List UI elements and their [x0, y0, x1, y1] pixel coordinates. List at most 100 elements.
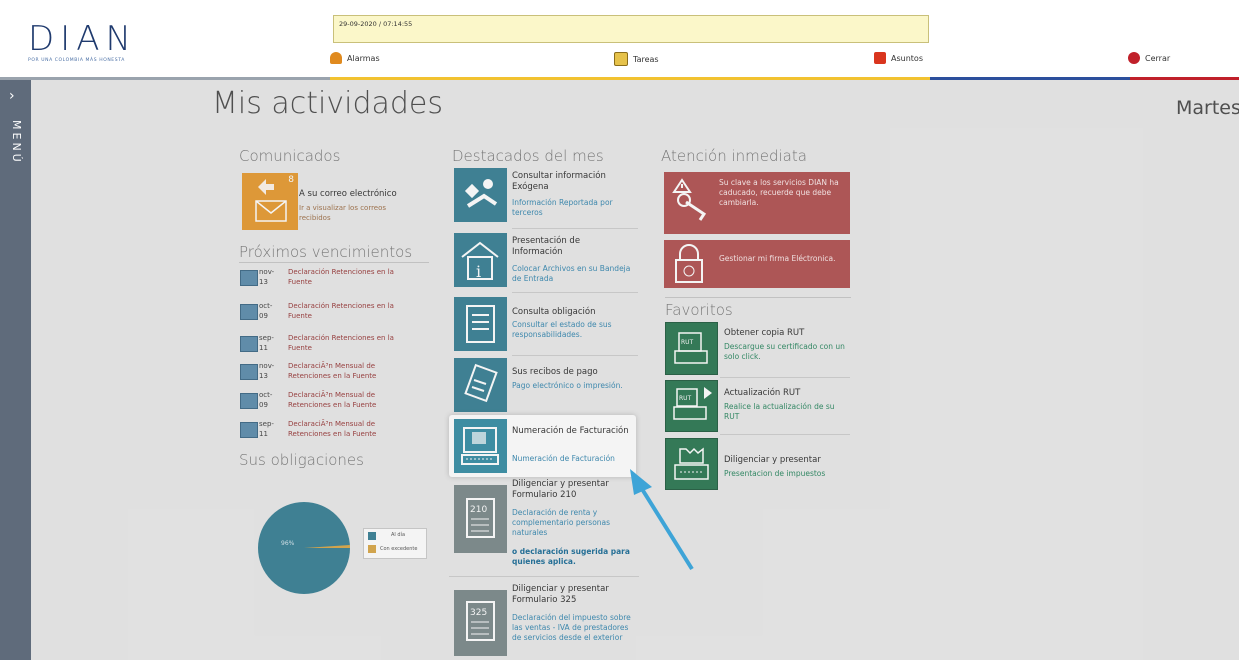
clave-caducada-text[interactable]: Su clave a los servicios DIAN ha caducad…: [719, 178, 839, 208]
presentacion-icon[interactable]: i: [454, 233, 507, 287]
vencimiento-text[interactable]: DeclaraciÃ³n Mensual de Retenciones en la…: [288, 390, 376, 410]
legend-swatch-al-dia: [368, 532, 376, 540]
formulario-325-title[interactable]: Diligenciar y presentar Formulario 325: [512, 584, 637, 606]
actualizacion-rut-icon-label: RUT: [679, 395, 692, 402]
formulario-325-sub[interactable]: Declaración del impuesto sobre las venta…: [512, 613, 632, 643]
calendar-icon: [240, 364, 258, 380]
obligacion-title[interactable]: Consulta obligación: [512, 307, 632, 318]
exogena-sub[interactable]: Información Reportada por terceros: [512, 198, 632, 218]
facturacion-sub[interactable]: Numeración de Facturación: [512, 454, 636, 464]
vencimiento-text[interactable]: DeclaraciÃ³n Mensual de Retenciones en la…: [288, 361, 376, 381]
divider: [449, 576, 639, 577]
dian-logo[interactable]: DIAN POR UNA COLOMBIA MÁS HONESTA: [28, 22, 137, 63]
actualizacion-rut-sub[interactable]: Realice la actualización de su RUT: [724, 402, 849, 422]
calendar-icon: [240, 336, 258, 352]
vencimiento-text[interactable]: Declaración Retenciones en la Fuente: [288, 267, 394, 287]
presentacion-title[interactable]: Presentación de Información: [512, 236, 632, 258]
svg-text:i: i: [476, 262, 481, 281]
email-tile-icon[interactable]: 8: [242, 173, 298, 230]
vencimiento-text[interactable]: Declaración Retenciones en la Fuente: [288, 301, 394, 321]
vencimiento-date: nov- 13: [259, 268, 275, 286]
actualizacion-rut-icon[interactable]: RUT: [665, 380, 718, 432]
vencimiento-item[interactable]: oct- 09 Declaración Retenciones en la Fuen…: [240, 301, 440, 326]
email-tile-sub[interactable]: Ir a visualizar los correos recibidos: [299, 203, 409, 223]
copia-rut-sub[interactable]: Descargue su certificado con un solo cli…: [724, 342, 849, 362]
recibos-title[interactable]: Sus recibos de pago: [512, 367, 632, 378]
presentacion-sub[interactable]: Colocar Archivos en su Bandeja de Entrad…: [512, 264, 632, 284]
tasks-icon: [614, 52, 628, 66]
favoritos-divider-top: [665, 297, 851, 298]
calendar-icon: [240, 304, 258, 320]
copia-rut-title[interactable]: Obtener copia RUT: [724, 328, 849, 339]
comunicados-title: Comunicados: [239, 147, 341, 165]
datetime-text: 29-09-2020 / 07:14:55: [339, 20, 413, 28]
vencimiento-text[interactable]: Declaración Retenciones en la Fuente: [288, 333, 394, 353]
formulario-210-number: 210: [470, 505, 487, 515]
logo-tagline: POR UNA COLOMBIA MÁS HONESTA: [28, 58, 125, 63]
obligacion-sub[interactable]: Consultar el estado de sus responsabilid…: [512, 320, 632, 340]
alarmas-button[interactable]: Alarmas: [330, 52, 380, 64]
vencimiento-item[interactable]: oct- 09 DeclaraciÃ³n Mensual de Retencione…: [240, 390, 440, 415]
clave-caducada-tile[interactable]: Su clave a los servicios DIAN ha caducad…: [664, 172, 850, 234]
firma-electronica-text[interactable]: Gestionar mi firma Eléctronica.: [719, 254, 839, 264]
destacados-title: Destacados del mes: [452, 147, 604, 165]
pie-label: 96%: [281, 540, 295, 547]
asuntos-button[interactable]: Asuntos: [874, 52, 923, 64]
logo-word: DIAN: [28, 19, 137, 59]
legend-swatch-con-excedente: [368, 545, 376, 553]
exogena-icon[interactable]: [454, 168, 507, 222]
cerrar-label: Cerrar: [1145, 53, 1171, 63]
atencion-title: Atención inmediata: [661, 147, 807, 165]
day-label: Martes: [1176, 97, 1239, 119]
menu-label[interactable]: MENÚ: [10, 120, 23, 165]
vencimientos-title: Próximos vencimientos: [239, 243, 413, 261]
vencimiento-date: oct- 09: [259, 302, 273, 320]
facturacion-title[interactable]: Numeración de Facturación: [512, 426, 632, 437]
tareas-button[interactable]: Tareas: [614, 52, 659, 66]
vencimiento-item[interactable]: nov- 13 DeclaraciÃ³n Mensual de Retencione…: [240, 361, 440, 386]
vencimiento-item[interactable]: nov- 13 Declaración Retenciones en la Fuen…: [240, 267, 440, 292]
vencimiento-date: nov- 13: [259, 362, 275, 380]
firma-electronica-tile[interactable]: Gestionar mi firma Eléctronica.: [664, 240, 850, 288]
folder-icon: [874, 52, 886, 64]
legend-label-al-dia: Al día: [391, 532, 406, 538]
exogena-title[interactable]: Consultar información Exógena: [512, 171, 632, 193]
diligenciar-sub[interactable]: Presentacion de impuestos: [724, 469, 849, 479]
formulario-210-sub[interactable]: Declaración de renta y complementario pe…: [512, 508, 637, 538]
alarmas-label: Alarmas: [347, 53, 380, 63]
page-title: Mis actividades: [212, 86, 444, 121]
chevron-right-icon[interactable]: ›: [9, 88, 15, 104]
divider: [720, 434, 850, 435]
bell-icon: [330, 52, 342, 64]
copia-rut-icon[interactable]: RUT: [665, 322, 718, 375]
obligacion-icon[interactable]: [454, 297, 507, 351]
vencimiento-text[interactable]: DeclaraciÃ³n Mensual de Retenciones en la…: [288, 419, 376, 439]
recibos-icon[interactable]: [454, 358, 507, 412]
favoritos-title: Favoritos: [665, 301, 733, 319]
diligenciar-title[interactable]: Diligenciar y presentar: [724, 455, 849, 466]
formulario-210-icon[interactable]: 210: [454, 485, 507, 553]
vencimiento-item[interactable]: sep- 11 DeclaraciÃ³n Mensual de Retencione…: [240, 419, 440, 444]
divider: [512, 292, 638, 293]
email-icon: [255, 179, 287, 222]
cerrar-button[interactable]: Cerrar: [1128, 52, 1170, 64]
formulario-210-sugerida[interactable]: o declaración sugerida para quienes apli…: [512, 547, 637, 567]
vencimiento-date: sep- 11: [259, 420, 274, 438]
actualizacion-rut-title[interactable]: Actualización RUT: [724, 388, 849, 399]
power-icon: [1128, 52, 1140, 64]
divider: [512, 355, 638, 356]
key-warning-icon: [672, 178, 707, 221]
divider: [512, 228, 638, 229]
side-menu[interactable]: › MENÚ: [0, 80, 31, 660]
facturacion-icon[interactable]: [454, 419, 507, 473]
email-tile-title[interactable]: A su correo electrónico: [299, 189, 397, 200]
calendar-icon: [240, 422, 258, 438]
pointer-arrow: [630, 469, 694, 571]
formulario-210-title[interactable]: Diligenciar y presentar Formulario 210: [512, 479, 637, 501]
vencimiento-item[interactable]: sep- 11 Declaración Retenciones en la Fuen…: [240, 333, 440, 358]
top-header: DIAN POR UNA COLOMBIA MÁS HONESTA 29-09-…: [0, 0, 1239, 80]
obligaciones-pie-chart[interactable]: [256, 500, 352, 596]
formulario-325-icon[interactable]: 325: [454, 590, 507, 656]
recibos-sub[interactable]: Pago electrónico o impresión.: [512, 381, 632, 391]
datetime-box: 29-09-2020 / 07:14:55: [333, 15, 929, 43]
